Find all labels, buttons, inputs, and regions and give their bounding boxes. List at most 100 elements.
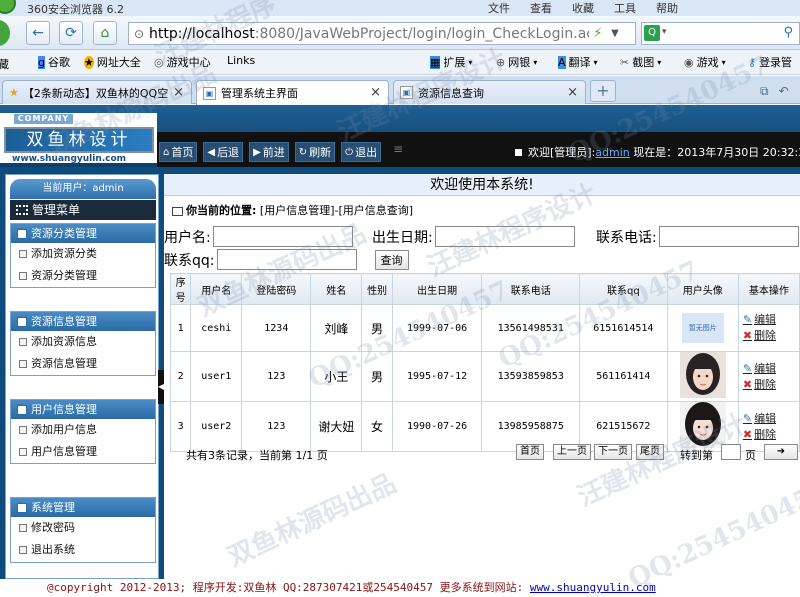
browser-titlebar: 360安全浏览器 6.2 文件 查看 收藏 工具 帮助 (0, 0, 800, 16)
birthday-input[interactable] (434, 226, 575, 247)
chevron-down-icon[interactable]: ▾ (662, 27, 667, 37)
menu-group-header[interactable]: 资源分类管理 (11, 224, 155, 243)
bookmark-label: 谷歌 (47, 56, 70, 69)
sidebar-item-add-resource-info[interactable]: 添加资源信息 (11, 331, 155, 353)
sidebar-item-exit-system[interactable]: 退出系统 (11, 539, 155, 561)
bookmark-google[interactable]: g 谷歌 (38, 54, 70, 70)
search-button[interactable]: 查询 (374, 249, 409, 270)
menu-help[interactable]: 帮助 (656, 0, 678, 16)
edit-link[interactable]: ✎ 编辑 (743, 361, 799, 377)
bookmark-links[interactable]: Links (224, 54, 255, 67)
username-input[interactable] (212, 226, 353, 247)
welcome-user-link[interactable]: admin (595, 146, 629, 159)
menu-favorites[interactable]: 收藏 (572, 0, 594, 16)
bookmark-game-center[interactable]: ◎ 游戏中心 (154, 54, 211, 70)
tab-resource-query[interactable]: ▣ 资源信息查询 × (393, 80, 586, 104)
close-icon[interactable]: × (173, 85, 184, 100)
tab-qzone[interactable]: ★ 【2条新动态】双鱼林的QQ空 × (2, 80, 192, 104)
nav-home-button[interactable]: ⌂ 首页 (159, 142, 198, 162)
delete-link[interactable]: ✖ 删除 (743, 427, 799, 443)
bookmark-bank[interactable]: ⊕ 网银 ▾ (496, 54, 537, 70)
edit-label: 编辑 (754, 411, 777, 425)
bookmark-site-nav[interactable]: ★ 网址大全 (84, 54, 141, 70)
browser-menu: 文件 查看 收藏 工具 帮助 (488, 0, 678, 16)
menu-group-header[interactable]: 用户信息管理 (11, 400, 155, 419)
sidebar-item-add-user[interactable]: 添加用户信息 (11, 419, 155, 441)
welcome-prefix: 欢迎[管理员]: (528, 146, 596, 159)
username-row: 用户名: (164, 226, 353, 247)
page-number-input[interactable] (721, 444, 741, 460)
restore-tab-icon[interactable]: ⧉ (760, 84, 769, 99)
nav-forward-button[interactable]: ▶ 前进 (249, 142, 289, 162)
qq-input[interactable] (216, 249, 357, 270)
undo-icon[interactable]: ↶ (779, 84, 789, 99)
power-icon: ⏻ (345, 146, 354, 158)
scissors-icon: ✂ (620, 55, 630, 69)
search-engine-icon[interactable]: Q (644, 25, 660, 41)
bookmark-screenshot[interactable]: ✂ 截图 ▾ (620, 54, 661, 70)
bookmark-games[interactable]: ◉ 游戏 ▾ (684, 54, 726, 70)
record-summary: 共有3条记录，当前第 1/1 页 (186, 449, 328, 462)
first-page-button[interactable]: 首页 (516, 444, 544, 460)
location-path: [用户信息管理]-[用户信息查询] (259, 204, 414, 217)
key-icon: ⚷ (748, 55, 757, 69)
page-icon (19, 546, 27, 554)
tab-label: 管理系统主界面 (221, 87, 298, 100)
item-label: 添加资源分类 (31, 247, 97, 260)
sidebar-item-manage-resource-category[interactable]: 资源分类管理 (11, 265, 155, 287)
bookmark-folder[interactable]: 藏 (0, 56, 9, 72)
bank-icon: ⊕ (496, 55, 506, 69)
edit-link[interactable]: ✎ 编辑 (743, 312, 799, 328)
edit-link[interactable]: ✎ 编辑 (743, 411, 799, 427)
tab-strip: ★ 【2条新动态】双鱼林的QQ空 × ▣ 管理系统主界面 × ▣ 资源信息查询 … (0, 76, 800, 105)
phone-input[interactable] (658, 226, 799, 247)
address-url[interactable]: http://localhost:8080/JavaWebProject/log… (149, 26, 589, 42)
item-label: 用户信息管理 (31, 445, 97, 458)
bookmark-login-manager[interactable]: ⚷ 登录管 (748, 54, 792, 70)
menu-group-header[interactable]: 资源信息管理 (11, 312, 155, 331)
col-name: 姓名 (310, 273, 363, 305)
chevron-down-icon[interactable]: ▼ (607, 28, 623, 39)
bullet-square-icon (515, 149, 522, 156)
sidebar-item-add-resource-category[interactable]: 添加资源分类 (11, 243, 155, 265)
cell-phone: 13561498531 (481, 304, 581, 352)
page-unit-label: 页 (745, 449, 756, 462)
reload-button[interactable]: ⟳ (59, 21, 83, 45)
footer-site-link[interactable]: www.shuangyulin.com (530, 581, 656, 594)
back-arrow-icon: ◀ (207, 146, 216, 158)
prev-page-button[interactable]: 上一页 (553, 444, 591, 460)
last-page-button[interactable]: 尾页 (636, 444, 664, 460)
edit-label: 编辑 (754, 313, 777, 326)
nav-logout-button[interactable]: ⏻ 退出 (341, 142, 382, 162)
new-tab-button[interactable]: + (590, 80, 616, 102)
nav-back-button[interactable]: ◀ 后退 (203, 142, 244, 162)
address-bar[interactable]: ⊙ http://localhost:8080/JavaWebProject/l… (128, 22, 636, 45)
breadcrumb: 你当前的位置: [用户信息管理]-[用户信息查询] (172, 202, 413, 218)
back-button[interactable]: ← (26, 21, 50, 45)
sidebar-item-manage-users[interactable]: 用户信息管理 (11, 441, 155, 463)
menu-file[interactable]: 文件 (488, 0, 510, 16)
page-icon (19, 524, 27, 532)
next-page-button[interactable]: 下一页 (594, 444, 632, 460)
menu-tools[interactable]: 工具 (614, 0, 636, 16)
page-info-icon: ⊙ (133, 26, 145, 41)
close-icon[interactable]: × (567, 85, 578, 100)
tab-main[interactable]: ▣ 管理系统主界面 × (196, 80, 389, 105)
speed-mode-icon[interactable]: ⚡ (589, 26, 607, 41)
birthday-row: 出生日期: (372, 226, 575, 247)
nav-refresh-button[interactable]: ↻ 刷新 (294, 142, 336, 162)
bookmark-extensions[interactable]: ▦ 扩展 ▾ (430, 54, 472, 70)
search-box[interactable]: Q ▾ ⚲ (641, 22, 800, 45)
home-button[interactable]: ⌂ (93, 21, 117, 45)
bookmark-translate[interactable]: A 翻译 ▾ (558, 54, 598, 70)
sidebar-item-change-password[interactable]: 修改密码 (11, 517, 155, 539)
search-icon[interactable]: ⚲ (783, 25, 793, 40)
go-button[interactable]: ➜ (764, 444, 798, 460)
menu-group-header[interactable]: 系统管理 (11, 498, 155, 517)
delete-link[interactable]: ✖ 删除 (743, 377, 799, 393)
delete-link[interactable]: ✖ 删除 (743, 328, 799, 344)
menu-view[interactable]: 查看 (530, 0, 552, 16)
nav-buttons: ⌂ 首页 ◀ 后退 ▶ 前进 ↻ 刷新 ⏻ 退出 ≡ (159, 142, 403, 162)
close-icon[interactable]: × (370, 85, 381, 100)
sidebar-item-manage-resource-info[interactable]: 资源信息管理 (11, 353, 155, 375)
